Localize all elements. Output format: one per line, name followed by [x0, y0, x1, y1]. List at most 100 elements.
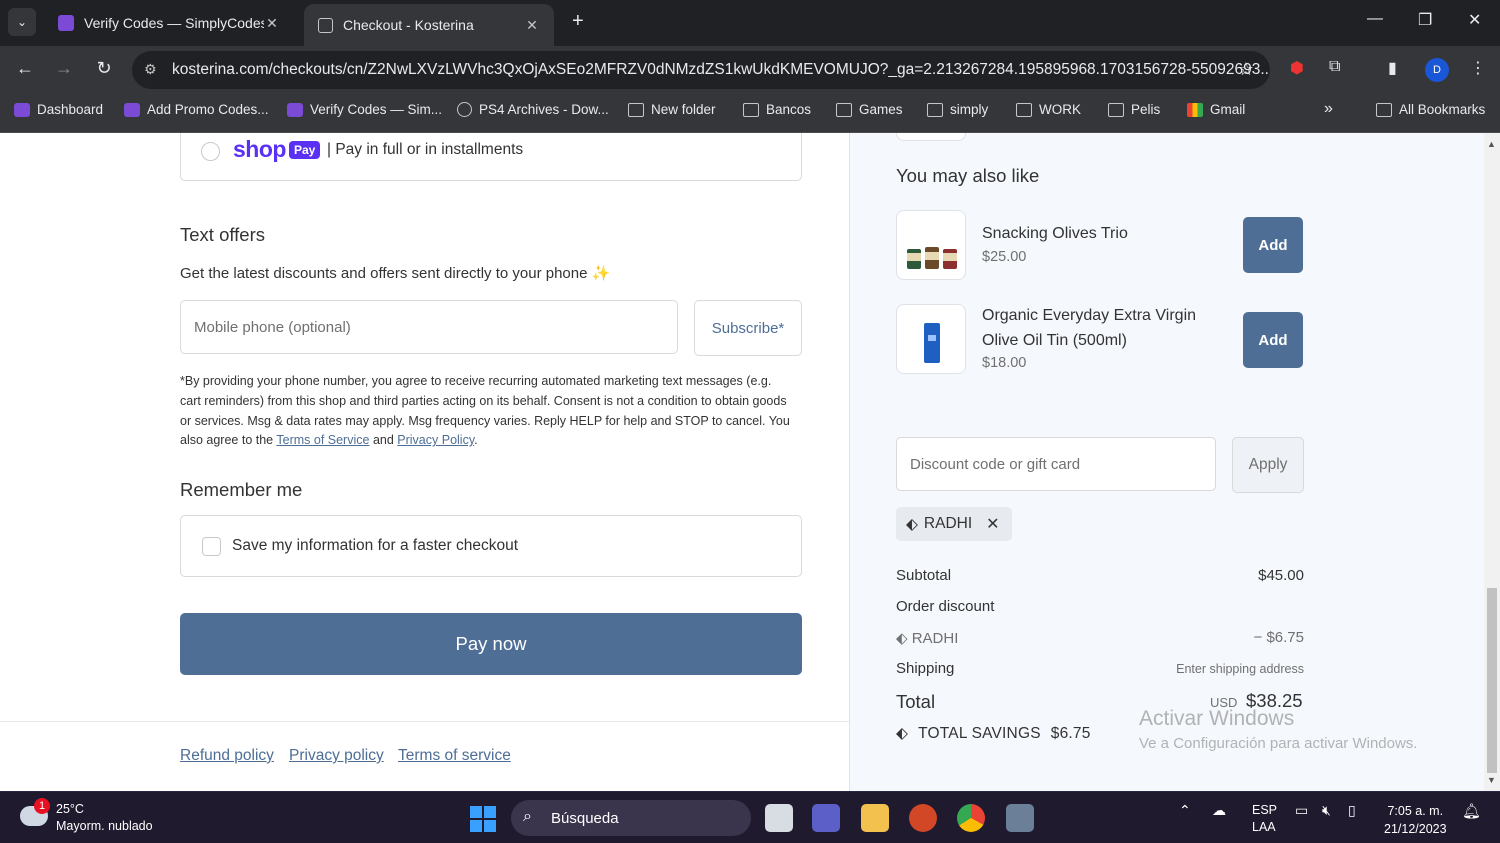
bookmark-label: PS4 Archives - Dow... — [479, 102, 609, 117]
legal-end: . — [474, 433, 478, 448]
mobile-phone-input[interactable]: Mobile phone (optional) — [180, 300, 678, 354]
product-image — [896, 304, 966, 374]
product-name: Snacking Olives Trio — [982, 225, 1128, 242]
bookmark-label: Pelis — [1131, 102, 1161, 117]
calculator-icon[interactable] — [1006, 804, 1034, 832]
back-icon[interactable]: ← — [13, 58, 37, 79]
tag-icon: ⬖ — [896, 630, 912, 647]
search-placeholder: Búsqueda — [551, 809, 619, 827]
more-bookmarks-icon[interactable]: » — [1324, 100, 1333, 118]
globe-icon — [457, 102, 472, 117]
page-scrollbar[interactable]: ▲ ▼ — [1484, 133, 1500, 791]
app-p-icon[interactable] — [909, 804, 937, 832]
shop-pay-radio[interactable] — [201, 142, 220, 161]
tab-strip: ⌄ Verify Codes — SimplyCodes ✕ Checkout … — [0, 0, 1500, 46]
bookmark-label: All Bookmarks — [1399, 102, 1486, 117]
discount-code-input[interactable]: Discount code or gift card — [896, 437, 1216, 491]
bookmark-pelis[interactable]: Pelis — [1108, 102, 1160, 117]
close-window-icon[interactable]: ✕ — [1468, 10, 1481, 30]
onedrive-icon[interactable]: ☁ — [1212, 802, 1226, 819]
shop-pay-option[interactable]: shop Pay | Pay in full or in installment… — [180, 133, 802, 181]
add-upsell-button[interactable]: Add — [1243, 217, 1303, 273]
volume-muted-icon[interactable]: 🔇︎ — [1322, 802, 1331, 819]
weather-temperature: 25°C — [56, 802, 84, 816]
discount-code-label: RADHI — [911, 630, 959, 647]
terms-of-service-footer-link[interactable]: Terms of service — [398, 747, 511, 765]
subtotal-value: $45.00 — [1258, 567, 1304, 584]
clock-date: 21/12/2023 — [1384, 822, 1447, 836]
system-clock[interactable]: 7:05 a. m. 21/12/2023 — [1384, 802, 1447, 838]
bookmark-ps4[interactable]: PS4 Archives - Dow... — [457, 102, 609, 117]
product-name: Organic Everyday Extra Virgin Olive Oil … — [982, 307, 1197, 349]
chrome-icon[interactable] — [957, 804, 985, 832]
bookmark-games[interactable]: Games — [836, 102, 903, 117]
address-bar[interactable]: ⚙ kosterina.com/checkouts/cn/Z2NwLXVzLWV… — [132, 51, 1270, 89]
folder-icon — [836, 102, 852, 117]
extension-red-icon[interactable]: ⬢ — [1290, 58, 1304, 78]
minimize-icon[interactable]: — — [1367, 10, 1383, 28]
bookmark-new-folder[interactable]: New folder — [628, 102, 716, 117]
remember-me-checkbox[interactable] — [202, 537, 221, 556]
privacy-policy-footer-link[interactable]: Privacy policy — [289, 747, 384, 765]
bookmark-dashboard[interactable]: Dashboard — [14, 102, 103, 117]
new-tab-button[interactable]: + — [572, 10, 584, 33]
terms-of-service-link[interactable]: Terms of Service — [276, 433, 369, 447]
start-button[interactable] — [470, 806, 496, 832]
tab-close-icon[interactable]: ✕ — [264, 15, 280, 32]
savings-value: $6.75 — [1050, 724, 1091, 742]
forward-icon[interactable]: → — [52, 58, 76, 79]
savings-label: TOTAL SAVINGS — [918, 724, 1041, 742]
bookmark-work[interactable]: WORK — [1016, 102, 1081, 117]
tray-overflow-icon[interactable]: ⌃ — [1179, 802, 1191, 819]
shipping-label: Shipping — [896, 660, 955, 677]
simplycodes-favicon-icon — [58, 15, 74, 31]
remove-discount-icon[interactable]: ✕ — [986, 514, 999, 534]
side-panel-icon[interactable]: ▮ — [1388, 58, 1397, 78]
battery-icon[interactable]: ▯ — [1348, 802, 1356, 819]
olives-jars-image — [907, 247, 957, 269]
tab-verify-codes[interactable]: Verify Codes — SimplyCodes ✕ — [44, 4, 294, 42]
pay-now-button[interactable]: Pay now — [180, 613, 802, 675]
taskbar-search[interactable]: ⌕ Búsqueda — [511, 800, 751, 836]
applied-code-label: RADHI — [923, 515, 973, 532]
cart-item-thumbnail — [896, 133, 966, 141]
bookmark-simply[interactable]: simply — [927, 102, 988, 117]
language-indicator[interactable]: ESP LAA — [1252, 802, 1277, 836]
apply-discount-button[interactable]: Apply — [1232, 437, 1304, 493]
scroll-down-icon[interactable]: ▼ — [1487, 775, 1496, 785]
privacy-policy-link[interactable]: Privacy Policy — [397, 433, 474, 447]
bookmark-add-promo[interactable]: Add Promo Codes... — [124, 102, 269, 117]
subscribe-button[interactable]: Subscribe* — [694, 300, 802, 356]
product-image — [896, 210, 966, 280]
bookmark-all[interactable]: All Bookmarks — [1376, 102, 1485, 117]
bookmark-verify-codes[interactable]: Verify Codes — Sim... — [287, 102, 442, 117]
remember-me-option[interactable]: Save my information for a faster checkou… — [180, 515, 802, 577]
remember-me-heading: Remember me — [180, 479, 303, 500]
teams-chat-icon[interactable] — [812, 804, 840, 832]
refund-policy-link[interactable]: Refund policy — [180, 747, 274, 765]
tab-close-icon[interactable]: ✕ — [524, 17, 540, 34]
task-view-icon[interactable] — [765, 804, 793, 832]
notifications-bell-icon[interactable]: 🔔︎ — [1462, 802, 1481, 820]
weather-condition: Mayorm. nublado — [56, 819, 153, 833]
keyboard-layout: LAA — [1252, 820, 1276, 834]
add-upsell-button[interactable]: Add — [1243, 312, 1303, 368]
network-icon[interactable]: ▭ — [1295, 802, 1308, 819]
scrollbar-thumb[interactable] — [1487, 588, 1497, 773]
reload-icon[interactable]: ↻ — [92, 58, 116, 79]
extensions-puzzle-icon[interactable]: ⧉ — [1329, 58, 1340, 76]
scroll-up-icon[interactable]: ▲ — [1487, 139, 1496, 149]
site-info-icon[interactable]: ⚙ — [144, 61, 157, 78]
restore-icon[interactable]: ❐ — [1418, 10, 1432, 30]
tab-checkout[interactable]: Checkout - Kosterina ✕ — [304, 4, 554, 46]
profile-avatar[interactable]: D — [1425, 58, 1449, 82]
menu-kebab-icon[interactable]: ⋮ — [1470, 58, 1486, 78]
bookmark-label: simply — [950, 102, 989, 117]
file-explorer-icon[interactable] — [861, 804, 889, 832]
shipping-value: Enter shipping address — [1176, 662, 1304, 676]
bookmark-star-icon[interactable]: ☆ — [1238, 59, 1254, 80]
windows-activation-subtitle: Ve a Configuración para activar Windows. — [1139, 735, 1418, 752]
bookmark-gmail[interactable]: Gmail — [1187, 102, 1245, 117]
bookmark-bancos[interactable]: Bancos — [743, 102, 811, 117]
tab-search-button[interactable]: ⌄ — [8, 8, 36, 36]
